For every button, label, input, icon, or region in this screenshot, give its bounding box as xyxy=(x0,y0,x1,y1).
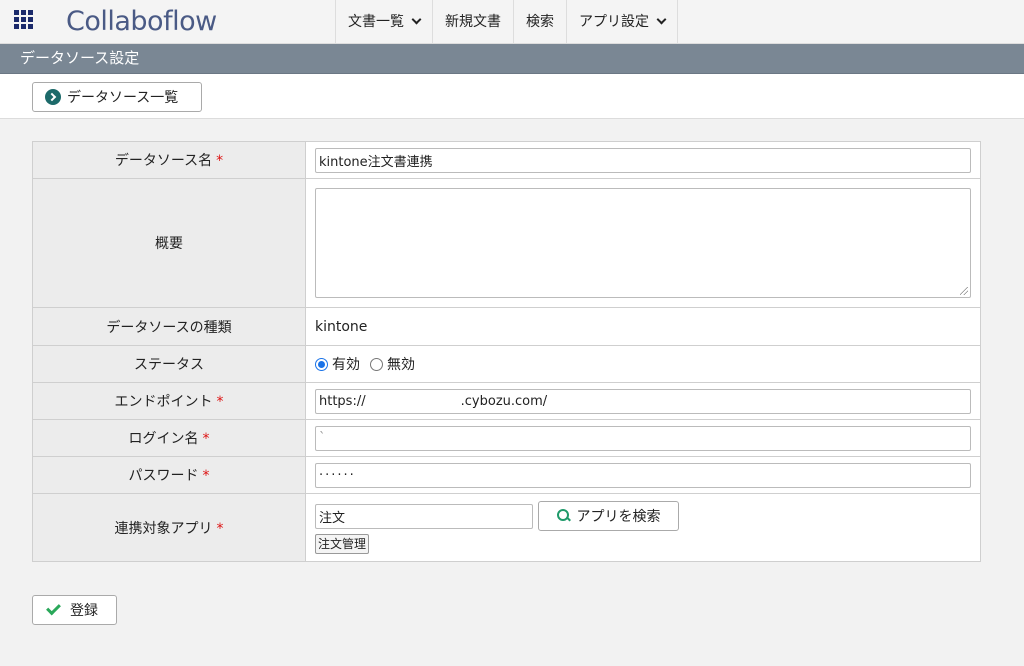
datasource-name-input[interactable]: kintone注文書連携 xyxy=(315,147,971,173)
label-cell: パスワード * xyxy=(32,456,306,494)
status-label: ステータス xyxy=(134,357,204,373)
value-cell: ` xyxy=(305,419,981,457)
endpoint-label: エンドポイント xyxy=(114,394,213,410)
main-nav: 文書一覧 新規文書 検索 アプリ設定 xyxy=(335,0,678,44)
search-icon xyxy=(556,509,571,523)
nav-search[interactable]: 検索 xyxy=(513,0,566,44)
required-mark: * xyxy=(216,520,224,537)
nav-app-settings[interactable]: アプリ設定 xyxy=(566,0,678,44)
row-datasource-type: データソースの種類 kintone xyxy=(32,307,981,346)
collaboflow-logo[interactable]: Collaboflow xyxy=(66,5,217,39)
row-linked-app: 連携対象アプリ * 注文 アプリを検索 注文管理 xyxy=(32,493,981,562)
value-cell: kintone注文書連携 xyxy=(305,141,981,179)
datasource-list-button-label: データソース一覧 xyxy=(67,90,179,106)
status-enabled-label[interactable]: 有効 xyxy=(332,354,360,374)
linked-app-row: 注文 アプリを検索 xyxy=(315,501,971,531)
datasource-type-label: データソースの種類 xyxy=(106,319,232,336)
register-button-label: 登録 xyxy=(70,603,98,619)
search-app-button[interactable]: アプリを検索 xyxy=(538,501,679,531)
row-datasource-name: データソース名 * kintone注文書連携 xyxy=(32,141,981,179)
datasource-name-label: データソース名 xyxy=(114,153,213,169)
chevron-down-icon xyxy=(656,14,667,25)
password-label: パスワード xyxy=(128,468,199,484)
value-cell xyxy=(305,178,981,308)
login-name-input[interactable]: ` xyxy=(315,425,971,451)
login-name-label: ログイン名 xyxy=(128,431,199,447)
value-cell: 有効 無効 xyxy=(305,345,981,383)
label-cell: 連携対象アプリ * xyxy=(32,493,306,562)
password-input[interactable]: ······ xyxy=(315,462,971,488)
check-icon xyxy=(46,600,61,616)
toolbar: データソース一覧 xyxy=(0,74,1024,119)
datasource-list-button[interactable]: データソース一覧 xyxy=(32,82,202,112)
circle-arrow-right-icon xyxy=(45,89,61,105)
status-disabled-label[interactable]: 無効 xyxy=(387,354,415,374)
label-cell: エンドポイント * xyxy=(32,382,306,420)
row-password: パスワード * ······ xyxy=(32,456,981,494)
row-status: ステータス 有効 無効 xyxy=(32,345,981,383)
label-cell: ログイン名 * xyxy=(32,419,306,457)
search-app-button-label: アプリを検索 xyxy=(576,509,661,525)
nav-search-label: 検索 xyxy=(526,14,554,30)
value-cell: https:// .cybozu.com/ xyxy=(305,382,981,420)
selected-app-tag[interactable]: 注文管理 xyxy=(315,534,370,554)
linked-app-label: 連携対象アプリ xyxy=(114,520,213,537)
row-login-name: ログイン名 * ` xyxy=(32,419,981,457)
value-cell: ······ xyxy=(305,456,981,494)
top-nav-bar: Collaboflow 文書一覧 新規文書 検索 アプリ設定 xyxy=(0,0,1024,44)
app-grid-icon[interactable] xyxy=(14,10,34,30)
required-mark: * xyxy=(202,431,210,447)
datasource-type-value: kintone xyxy=(315,318,368,335)
nav-document-list-label: 文書一覧 xyxy=(348,14,404,30)
nav-new-document[interactable]: 新規文書 xyxy=(432,0,513,44)
endpoint-input[interactable]: https:// .cybozu.com/ xyxy=(315,388,971,414)
label-cell: データソース名 * xyxy=(32,141,306,179)
value-cell: kintone xyxy=(305,307,981,346)
summary-textarea[interactable] xyxy=(315,188,971,298)
linked-app-input[interactable]: 注文 xyxy=(315,503,533,529)
status-radio-group: 有効 無効 xyxy=(315,354,971,374)
label-cell: ステータス xyxy=(32,345,306,383)
status-enabled-radio[interactable] xyxy=(315,357,328,371)
nav-app-settings-label: アプリ設定 xyxy=(579,14,649,30)
required-mark: * xyxy=(216,394,224,410)
required-mark: * xyxy=(202,468,210,484)
register-button[interactable]: 登録 xyxy=(32,595,117,625)
value-cell: 注文 アプリを検索 注文管理 xyxy=(305,493,981,562)
nav-document-list[interactable]: 文書一覧 xyxy=(335,0,432,44)
status-disabled-radio[interactable] xyxy=(370,357,383,371)
required-mark: * xyxy=(216,153,224,169)
row-endpoint: エンドポイント * https:// .cybozu.com/ xyxy=(32,382,981,420)
datasource-form: データソース名 * kintone注文書連携 概要 データソースの種類 kinto… xyxy=(32,141,981,562)
label-cell: 概要 xyxy=(32,178,306,308)
chevron-down-icon xyxy=(411,14,422,25)
nav-new-document-label: 新規文書 xyxy=(445,14,501,30)
summary-label: 概要 xyxy=(155,236,183,252)
label-cell: データソースの種類 xyxy=(32,307,306,346)
page-title: データソース設定 xyxy=(0,44,1024,74)
row-summary: 概要 xyxy=(32,178,981,308)
